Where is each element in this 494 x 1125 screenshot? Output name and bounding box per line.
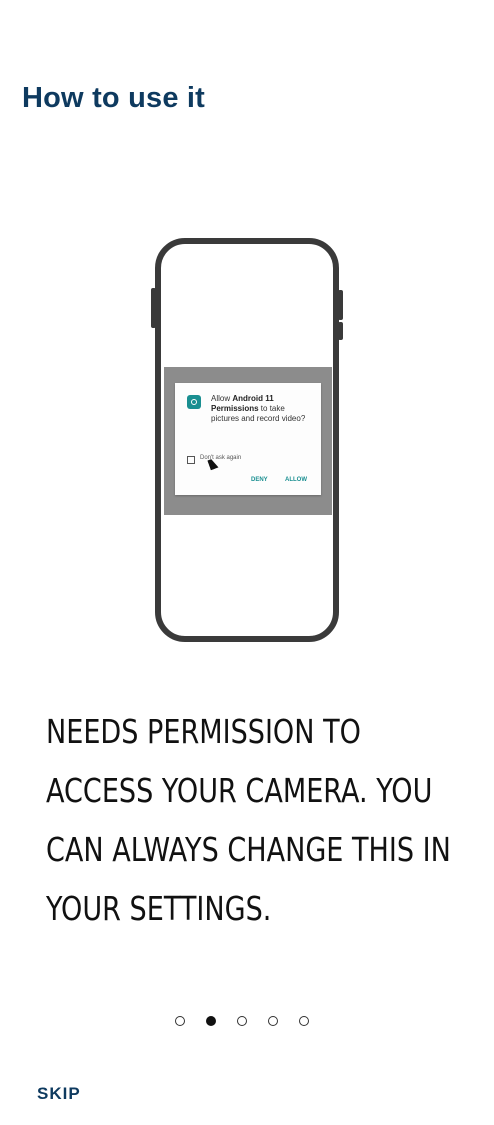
allow-button: ALLOW <box>285 477 307 483</box>
deny-button: DENY <box>251 477 268 483</box>
page-title: How to use it <box>22 82 206 114</box>
permission-dialog-text: Allow Android 11 Permissions to take pic… <box>211 394 306 423</box>
dont-ask-label: Don't ask again <box>200 455 242 461</box>
camera-icon <box>187 395 201 409</box>
page-dot[interactable] <box>206 1016 216 1026</box>
page-dot[interactable] <box>299 1016 309 1026</box>
dont-ask-checkbox <box>187 456 195 464</box>
page-indicator[interactable] <box>175 1016 309 1026</box>
skip-button[interactable]: SKIP <box>37 1084 81 1104</box>
onboarding-description: Needs permission to access your camera. … <box>46 712 451 928</box>
page-dot[interactable] <box>268 1016 278 1026</box>
page-dot[interactable] <box>237 1016 247 1026</box>
page-dot[interactable] <box>175 1016 185 1026</box>
